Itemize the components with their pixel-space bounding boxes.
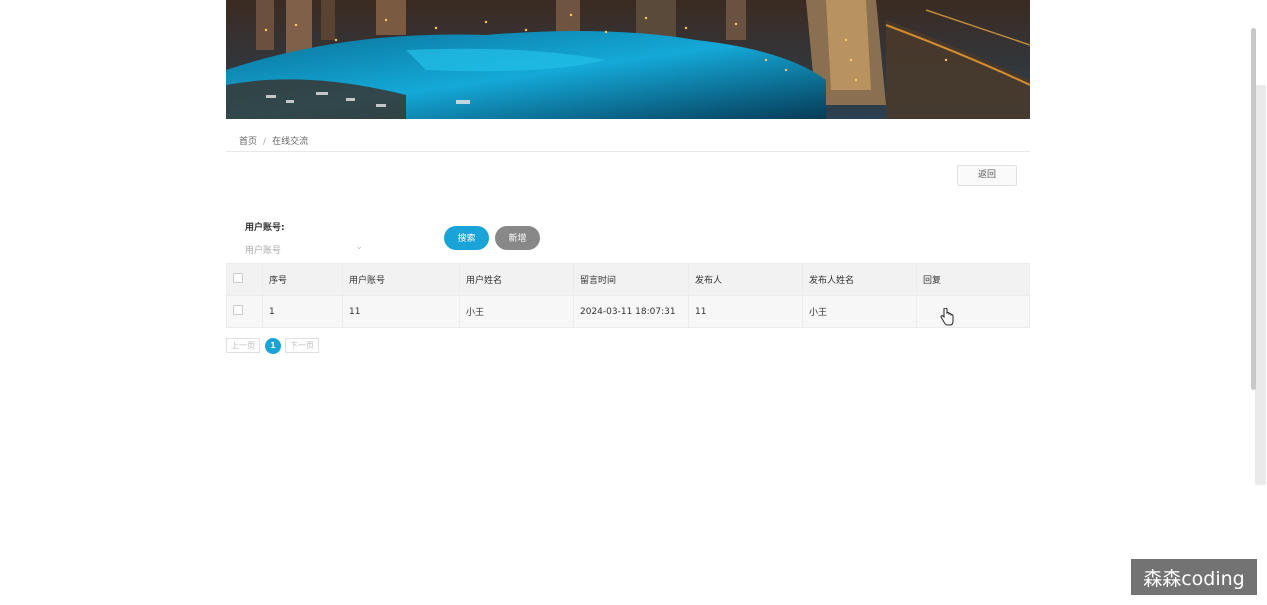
breadcrumb: 首页 / 在线交流 [239, 134, 308, 147]
cell-publisher: 11 [688, 295, 803, 328]
add-button[interactable]: 新增 [495, 226, 540, 250]
cell-time: 2024-03-11 18:07:31 [573, 295, 689, 328]
column-header-account: 用户账号 [342, 263, 460, 296]
account-select[interactable]: 用户账号 ⌄ [245, 242, 365, 259]
row-checkbox[interactable] [233, 305, 243, 315]
column-header-index: 序号 [262, 263, 343, 296]
hand-cursor-icon [940, 307, 954, 330]
watermark: 森森coding [1131, 559, 1257, 595]
chevron-down-icon: ⌄ [355, 242, 363, 252]
search-button[interactable]: 搜索 [444, 226, 489, 250]
column-header-publisher-name: 发布人姓名 [802, 263, 917, 296]
scrollbar-thumb[interactable] [1251, 28, 1256, 390]
back-button[interactable]: 返回 [957, 165, 1017, 186]
breadcrumb-separator: / [263, 137, 267, 147]
select-all-checkbox[interactable] [233, 273, 243, 283]
cell-publisher-name: 小王 [802, 295, 917, 328]
table-row[interactable]: 1 11 小王 2024-03-11 18:07:31 11 小王 [226, 295, 1030, 328]
city-skyline-graphic [226, 0, 1030, 119]
cell-reply[interactable] [916, 295, 1030, 328]
table-header-row: 序号 用户账号 用户姓名 留言时间 发布人 发布人姓名 回复 [226, 263, 1030, 296]
message-table: 序号 用户账号 用户姓名 留言时间 发布人 发布人姓名 回复 1 11 小王 2… [226, 263, 1030, 328]
breadcrumb-current: 在线交流 [272, 137, 309, 147]
column-header-reply: 回复 [916, 263, 1030, 296]
row-select-cell [226, 295, 263, 328]
banner-image [226, 0, 1030, 119]
divider [226, 151, 1030, 152]
breadcrumb-home[interactable]: 首页 [239, 137, 257, 147]
prev-page-button[interactable]: 上一页 [226, 338, 260, 353]
scrollbar-track[interactable] [1255, 85, 1266, 485]
column-header-name: 用户姓名 [459, 263, 574, 296]
filter-label: 用户账号: [245, 223, 285, 233]
cell-account: 11 [342, 295, 460, 328]
next-page-button[interactable]: 下一页 [285, 338, 319, 353]
column-header-time: 留言时间 [573, 263, 689, 296]
cell-index: 1 [262, 295, 343, 328]
cell-name: 小王 [459, 295, 574, 328]
column-header-publisher: 发布人 [688, 263, 803, 296]
page-number-current[interactable]: 1 [265, 338, 281, 354]
account-select-placeholder: 用户账号 [245, 246, 282, 256]
select-all-cell [226, 263, 263, 296]
